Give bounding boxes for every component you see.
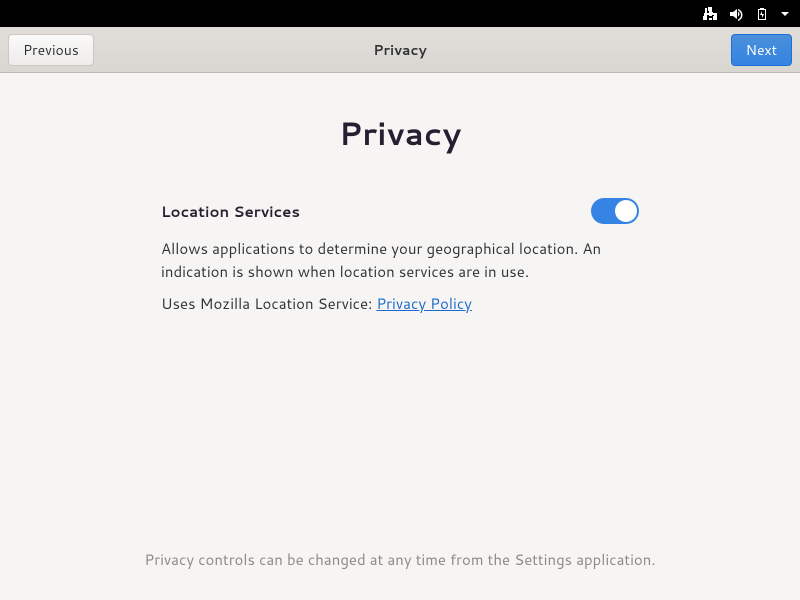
battery-icon[interactable] — [754, 6, 770, 22]
footer-note: Privacy controls can be changed at any t… — [144, 549, 655, 570]
header-title: Privacy — [373, 40, 427, 60]
content-area: Privacy Location Services Allows applica… — [0, 73, 800, 600]
provider-prefix: Uses Mozilla Location Service: — [161, 293, 376, 314]
dropdown-icon[interactable] — [780, 9, 790, 19]
page-heading: Privacy — [339, 111, 461, 156]
location-services-toggle[interactable] — [591, 198, 639, 224]
network-icon[interactable] — [702, 6, 718, 22]
system-top-panel — [0, 0, 800, 27]
location-services-label: Location Services — [161, 201, 300, 222]
location-services-row: Location Services — [161, 198, 639, 224]
previous-button[interactable]: Previous — [8, 34, 94, 66]
location-services-description: Allows applications to determine your ge… — [161, 238, 639, 283]
privacy-policy-link[interactable]: Privacy Policy — [376, 293, 472, 314]
settings-block: Location Services Allows applications to… — [161, 198, 639, 314]
location-services-provider: Uses Mozilla Location Service: Privacy P… — [161, 293, 639, 314]
header-bar: Previous Privacy Next — [0, 27, 800, 73]
volume-icon[interactable] — [728, 6, 744, 22]
toggle-knob — [615, 200, 637, 222]
next-button[interactable]: Next — [731, 34, 792, 66]
